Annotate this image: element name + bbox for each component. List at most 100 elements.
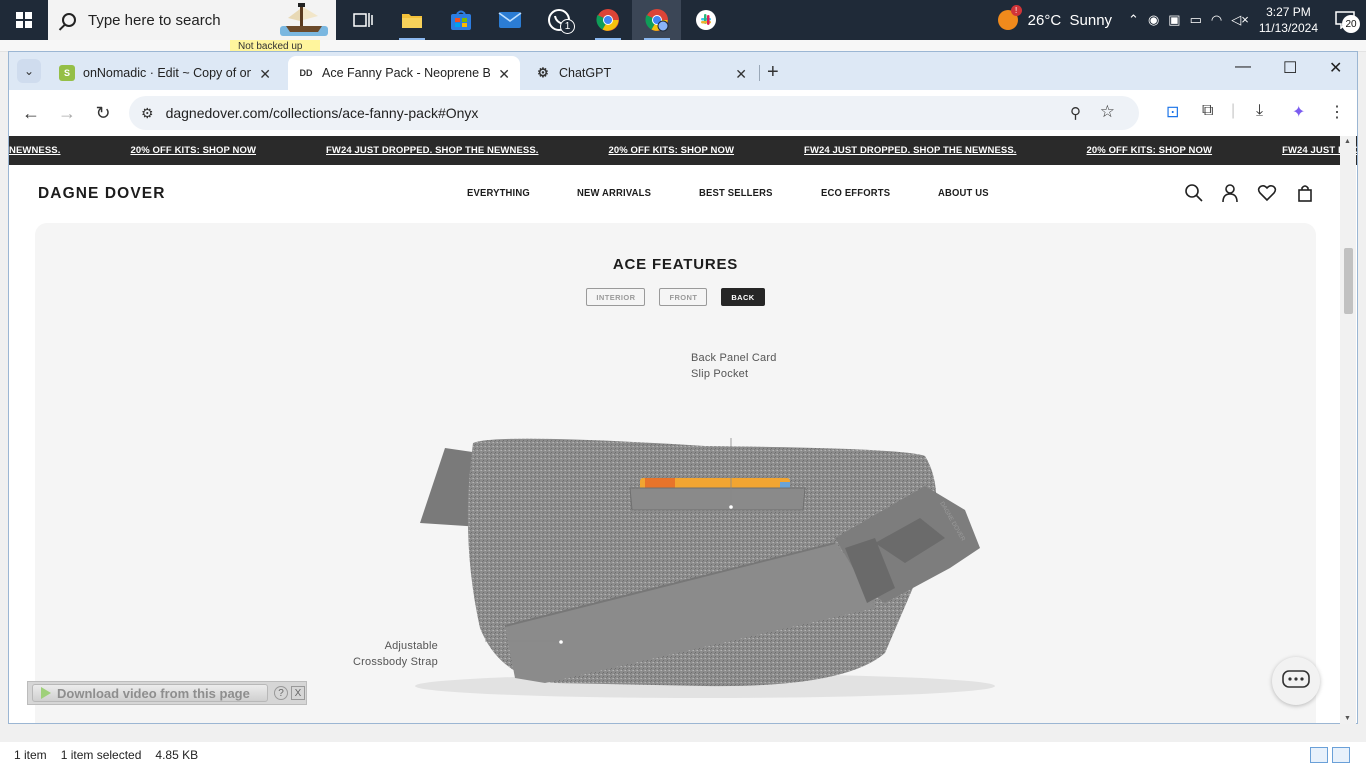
google-translate-icon[interactable]: ⊡ — [1166, 102, 1179, 122]
windows-logo-icon — [16, 12, 32, 28]
forward-button[interactable]: → — [49, 103, 85, 124]
slack-icon — [695, 10, 716, 30]
slack-taskbar-button[interactable] — [681, 0, 730, 40]
scroll-down-arrow-icon[interactable]: ▼ — [1344, 715, 1351, 722]
start-button[interactable] — [0, 0, 48, 40]
mail-icon — [498, 12, 521, 28]
weather-widget[interactable]: 26°C Sunny — [997, 5, 1112, 30]
scrollbar-thumb[interactable] — [1344, 248, 1353, 314]
fanny-pack-product-image: DAGNE DOVER — [415, 438, 995, 698]
battery-icon[interactable]: ▭ — [1190, 12, 1202, 28]
browser-toolbar: ← → ↻ ⚙ dagnedover.com/collections/ace-f… — [9, 90, 1357, 136]
nav-eco-efforts[interactable]: ECO EFFORTS — [821, 187, 890, 199]
chrome-icon — [595, 9, 619, 31]
close-icon[interactable]: ✕ — [735, 66, 747, 83]
store-icon — [450, 10, 471, 30]
page-viewport: NEWNESS. 20% OFF KITS: SHOP NOW FW24 JUS… — [9, 136, 1357, 723]
nav-everything[interactable]: EVERYTHING — [467, 187, 530, 199]
explorer-status-bar: 1 item 1 item selected 4.85 KB — [0, 742, 1366, 768]
whatsapp-taskbar-button[interactable]: 1 — [534, 0, 583, 40]
mail-taskbar-button[interactable] — [485, 0, 534, 40]
zoom-icon[interactable]: ⚲ — [1070, 104, 1081, 122]
promo-marquee: NEWNESS. 20% OFF KITS: SHOP NOW FW24 JUS… — [9, 136, 1357, 165]
site-info-icon[interactable]: ⚙ — [141, 105, 154, 122]
back-button[interactable]: ← — [13, 103, 49, 124]
download-video-label: Download video from this page — [57, 685, 250, 701]
bookmark-star-icon[interactable]: ☆ — [1100, 102, 1115, 122]
wishlist-heart-icon[interactable] — [1257, 183, 1277, 203]
tray-icons: ⌃ ◉ ▣ ▭ ◠ ◁× — [1128, 12, 1249, 28]
file-explorer-taskbar-button[interactable] — [387, 0, 436, 40]
promo-link[interactable]: FW24 JUST DROPPED. SHOP THE NEWNESS. — [326, 145, 538, 156]
chat-support-button[interactable] — [1272, 657, 1320, 705]
video-download-helper-bar: Download video from this page ? X — [27, 681, 307, 705]
wifi-icon[interactable]: ◠ — [1211, 12, 1222, 28]
toggle-front[interactable]: FRONT — [659, 288, 708, 306]
minimize-button[interactable]: — — [1235, 58, 1251, 76]
toggle-back[interactable]: BACK — [721, 288, 765, 306]
chrome-profile-taskbar-button[interactable] — [632, 0, 681, 40]
search-icon[interactable] — [1184, 183, 1204, 203]
running-indicator — [595, 38, 621, 40]
close-icon[interactable]: ✕ — [259, 66, 271, 83]
promo-link[interactable]: FW24 JUST DROPPED. SHOP THE NEWNESS. — [804, 145, 1016, 156]
download-video-button[interactable]: Download video from this page — [32, 684, 268, 702]
url-text: dagnedover.com/collections/ace-fanny-pac… — [165, 105, 479, 121]
shopping-bag-icon[interactable] — [1295, 183, 1315, 203]
extensions-icon[interactable]: ⧉ — [1202, 102, 1213, 120]
account-icon[interactable] — [1220, 183, 1240, 203]
help-button[interactable]: ? — [274, 686, 288, 700]
nav-about-us[interactable]: ABOUT US — [938, 187, 989, 199]
view-mode-buttons — [1310, 747, 1350, 763]
chrome-window: ⌄ S onNomadic · Edit ~ Copy of onN ✕ DD … — [8, 51, 1358, 724]
taskbar-clock[interactable]: 3:27 PM 11/13/2024 — [1259, 4, 1318, 36]
action-center-button[interactable]: 20 — [1330, 0, 1360, 40]
tab-title: ChatGPT — [559, 66, 612, 80]
chrome-taskbar-button[interactable] — [583, 0, 632, 40]
nav-best-sellers[interactable]: BEST SELLERS — [699, 187, 773, 199]
downloads-icon[interactable]: ⤓ — [1256, 102, 1263, 120]
site-logo[interactable]: DAGNE DOVER — [38, 185, 166, 203]
chrome-menu-icon[interactable]: ⋮ — [1329, 102, 1345, 122]
chevron-down-icon: ⌄ — [23, 64, 35, 78]
clock-time: 3:27 PM — [1266, 5, 1311, 19]
reload-button[interactable]: ↻ — [85, 103, 121, 124]
notification-count-badge: 20 — [1342, 15, 1360, 33]
details-view-icon[interactable] — [1310, 747, 1328, 763]
promo-link[interactable]: NEWNESS. — [9, 145, 60, 156]
tab-onnomadic[interactable]: S onNomadic · Edit ~ Copy of onN ✕ — [49, 56, 281, 90]
nav-new-arrivals[interactable]: NEW ARRIVALS — [577, 187, 651, 199]
gemini-icon[interactable]: ✦ — [1292, 102, 1305, 122]
tab-search-button[interactable]: ⌄ — [17, 59, 41, 83]
promo-link[interactable]: 20% OFF KITS: SHOP NOW — [1087, 145, 1213, 156]
page-scrollbar[interactable]: ▲ ▼ — [1340, 136, 1356, 724]
chatgpt-favicon-icon: ⚙ — [537, 65, 549, 80]
scroll-up-arrow-icon[interactable]: ▲ — [1344, 138, 1351, 145]
dagne-dover-favicon-icon: DD — [299, 68, 313, 78]
weather-temp: 26°C — [1027, 11, 1062, 29]
window-close-button[interactable]: ✕ — [1329, 58, 1342, 78]
site-header: DAGNE DOVER EVERYTHING NEW ARRIVALS BEST… — [9, 165, 1357, 223]
new-tab-button[interactable]: + — [767, 61, 779, 84]
close-button[interactable]: X — [291, 686, 305, 700]
tab-ace-fanny-pack[interactable]: DD Ace Fanny Pack - Neoprene Belt ✕ — [288, 56, 520, 90]
close-icon[interactable]: ✕ — [498, 66, 510, 83]
ace-features-panel: ACE FEATURES INTERIOR FRONT BACK Back Pa… — [35, 223, 1316, 723]
large-icons-view-icon[interactable] — [1332, 747, 1350, 763]
meet-now-icon[interactable]: ▣ — [1168, 12, 1180, 28]
task-view-button[interactable] — [338, 0, 387, 40]
promo-link[interactable]: 20% OFF KITS: SHOP NOW — [130, 145, 256, 156]
tab-title: Ace Fanny Pack - Neoprene Belt — [322, 66, 490, 80]
toggle-interior[interactable]: INTERIOR — [586, 288, 646, 306]
record-icon[interactable]: ◉ — [1148, 12, 1159, 28]
address-bar[interactable]: ⚙ dagnedover.com/collections/ace-fanny-p… — [129, 96, 1139, 130]
promo-link[interactable]: 20% OFF KITS: SHOP NOW — [609, 145, 735, 156]
microsoft-store-taskbar-button[interactable] — [436, 0, 485, 40]
tab-chatgpt[interactable]: ⚙ ChatGPT ✕ — [525, 56, 757, 90]
clock-date: 11/13/2024 — [1258, 21, 1318, 35]
show-hidden-icons-chevron-icon[interactable]: ⌃ — [1128, 12, 1139, 28]
taskbar-search-box[interactable]: Type here to search — [48, 0, 336, 40]
callout-card-slip-pocket: Back Panel Card Slip Pocket — [691, 350, 777, 382]
volume-muted-icon[interactable]: ◁× — [1231, 12, 1249, 28]
maximize-button[interactable]: ☐ — [1283, 58, 1297, 78]
